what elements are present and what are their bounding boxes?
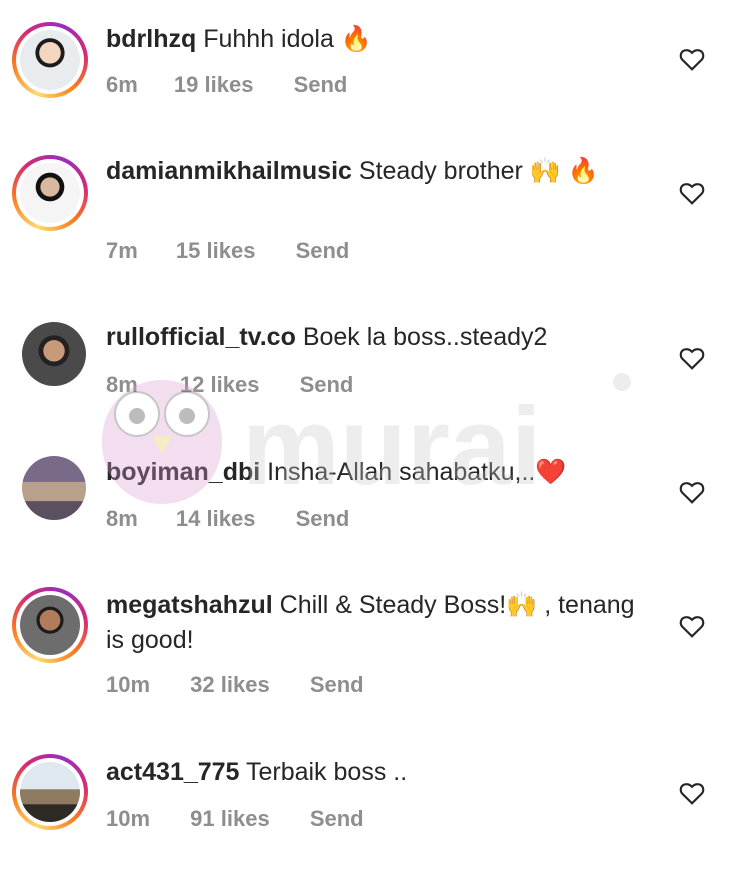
send-button[interactable]: Send — [300, 372, 354, 398]
likes-count[interactable]: 12 likes — [180, 372, 260, 398]
send-button[interactable]: Send — [294, 72, 348, 98]
comment-text: megatshahzul Chill & Steady Boss!🙌 , ten… — [106, 588, 636, 658]
comment-meta: 7m 15 likes Send — [106, 238, 349, 264]
comment-time: 8m — [106, 506, 138, 531]
comment-text: bdrlhzq Fuhhh idola 🔥 — [106, 22, 636, 57]
heart-outline-icon[interactable] — [679, 614, 705, 638]
comment-time: 10m — [106, 806, 151, 831]
comment-text: act431_775 Terbaik boss .. — [106, 755, 636, 790]
heart-outline-icon[interactable] — [679, 47, 705, 71]
comment-time: 7m — [106, 238, 138, 263]
likes-count[interactable]: 91 likes — [190, 806, 270, 832]
comment-body: Fuhhh idola 🔥 — [203, 25, 372, 53]
comment-time: 6m — [106, 72, 138, 97]
username[interactable]: megatshahzul — [106, 591, 273, 619]
avatar[interactable] — [12, 754, 88, 830]
avatar[interactable] — [12, 155, 88, 231]
comment-body: Steady brother 🙌 🔥 — [358, 157, 600, 185]
username[interactable]: act431_775 — [106, 758, 239, 786]
avatar[interactable] — [22, 456, 86, 520]
username[interactable]: rullofficial_tv.co — [106, 323, 296, 351]
avatar[interactable] — [12, 22, 88, 98]
username[interactable]: damianmikhailmusic — [106, 157, 352, 185]
heart-outline-icon[interactable] — [679, 781, 705, 805]
avatar[interactable] — [22, 322, 86, 386]
send-button[interactable]: Send — [296, 238, 350, 264]
comment-meta: 10m 32 likes Send — [106, 672, 364, 698]
likes-count[interactable]: 15 likes — [176, 238, 256, 264]
send-button[interactable]: Send — [296, 506, 350, 532]
comment-time: 8m — [106, 372, 138, 397]
username[interactable]: boyiman_dbi — [106, 458, 260, 486]
comment-body: Terbaik boss .. — [245, 758, 408, 786]
heart-outline-icon[interactable] — [679, 346, 705, 370]
username[interactable]: bdrlhzq — [106, 25, 196, 53]
likes-count[interactable]: 19 likes — [174, 72, 254, 98]
comment-meta: 10m 91 likes Send — [106, 806, 364, 832]
comment-text: damianmikhailmusic Steady brother 🙌 🔥 — [106, 154, 636, 189]
comment-body: Boek la boss..steady2 — [302, 323, 548, 351]
comment-meta: 8m 14 likes Send — [106, 506, 349, 532]
heart-outline-icon[interactable] — [679, 480, 705, 504]
likes-count[interactable]: 32 likes — [190, 672, 270, 698]
send-button[interactable]: Send — [310, 672, 364, 698]
comment-meta: 6m 19 likes Send — [106, 72, 347, 98]
comment-meta: 8m 12 likes Send — [106, 372, 353, 398]
comment-text: rullofficial_tv.co Boek la boss..steady2 — [106, 320, 636, 355]
comment-text: boyiman_dbi Insha-Allah sahabatku,..❤️ — [106, 455, 636, 490]
avatar[interactable] — [12, 587, 88, 663]
comment-time: 10m — [106, 672, 151, 697]
heart-outline-icon[interactable] — [679, 181, 705, 205]
likes-count[interactable]: 14 likes — [176, 506, 256, 532]
comment-body: Insha-Allah sahabatku,..❤️ — [267, 458, 567, 486]
send-button[interactable]: Send — [310, 806, 364, 832]
